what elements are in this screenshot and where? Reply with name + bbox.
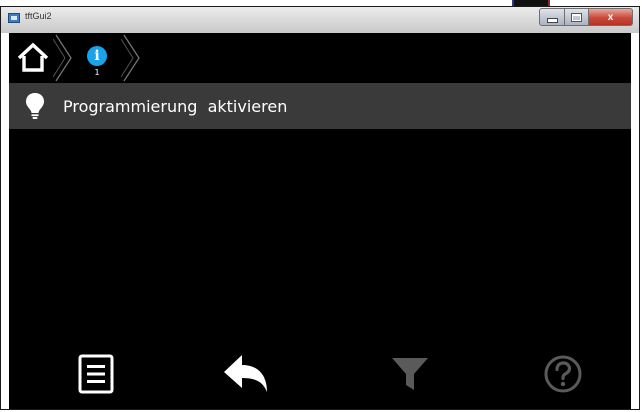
breadcrumb: i 1	[9, 33, 631, 83]
bottom-toolbar	[9, 339, 631, 409]
breadcrumb-separator-icon	[121, 34, 140, 82]
app-icon	[8, 13, 20, 23]
minimize-button[interactable]	[539, 8, 565, 26]
help-icon	[544, 355, 582, 393]
close-button[interactable]: x	[589, 8, 633, 26]
back-button[interactable]	[223, 349, 273, 399]
back-arrow-icon	[224, 355, 267, 392]
close-icon: x	[607, 11, 614, 23]
home-icon	[17, 42, 49, 72]
window-title: tftGui2	[25, 11, 52, 21]
breadcrumb-separator-icon	[53, 34, 72, 82]
maximize-icon	[571, 12, 582, 22]
help-button[interactable]	[538, 349, 588, 399]
app-content: i 1 Programmierung aktivieren	[9, 33, 631, 409]
app-window: tftGui2 x i 1 Programmierung aktivieren	[0, 6, 640, 410]
lightbulb-icon	[26, 93, 44, 119]
breadcrumb-info[interactable]: i 1	[73, 33, 123, 83]
breadcrumb-home[interactable]	[9, 33, 59, 83]
filter-button[interactable]	[385, 349, 435, 399]
menu-list-icon	[78, 354, 114, 394]
minimize-icon	[546, 17, 558, 23]
title-bar[interactable]: tftGui2 x	[1, 7, 639, 33]
list-item-label: Programmierung aktivieren	[63, 96, 288, 116]
window-controls: x	[539, 8, 633, 26]
maximize-button[interactable]	[565, 8, 589, 26]
breadcrumb-counter: 1	[94, 68, 100, 77]
info-icon: i	[87, 46, 107, 66]
menu-button[interactable]	[71, 349, 121, 399]
filter-icon	[392, 358, 428, 390]
list-item-programmierung[interactable]: Programmierung aktivieren	[9, 83, 631, 129]
